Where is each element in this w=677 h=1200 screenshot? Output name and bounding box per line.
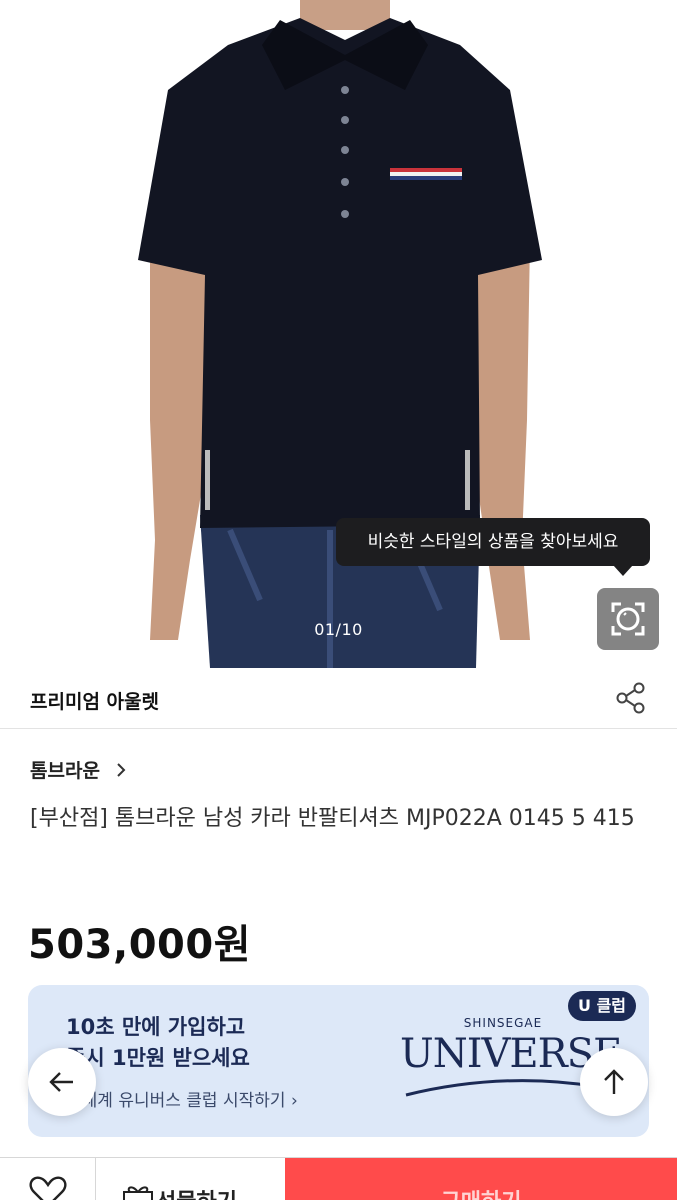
arrow-left-icon — [49, 1072, 73, 1092]
chevron-right-icon: › — [290, 1091, 298, 1111]
bottom-action-bar: 선물하기 구매하기 — [0, 1157, 677, 1200]
gift-icon — [123, 1186, 153, 1200]
banner-headline-1: 10초 만에 가입하고 — [66, 1015, 246, 1039]
camera-lens-icon — [611, 602, 645, 636]
product-image-carousel[interactable]: 01/10 — [0, 0, 677, 668]
universe-arc-logo — [405, 1079, 601, 1097]
u-club-badge: U 클럽 — [568, 991, 637, 1021]
gift-button[interactable]: 선물하기 — [96, 1158, 285, 1200]
product-title: [부산점] 톰브라운 남성 카라 반팔티셔츠 MJP022A 0145 5 41… — [30, 806, 635, 831]
shop-name[interactable]: 프리미엄 아울렛 — [30, 687, 159, 714]
shinsegae-wordmark: SHINSEGAE — [463, 1016, 543, 1030]
buy-button[interactable]: 구매하기 — [285, 1158, 677, 1200]
banner-headline-2: 즉시 1만원 받으세요 — [66, 1046, 250, 1070]
chevron-right-icon — [117, 763, 126, 777]
scroll-top-button[interactable] — [580, 1048, 648, 1116]
tooltip-arrow — [613, 565, 633, 576]
product-price: 503,000원 — [28, 922, 251, 968]
share-icon — [616, 682, 645, 714]
universe-wordmark: UNIVERSE — [400, 1031, 622, 1077]
similar-style-tooltip[interactable]: 비슷한 스타일의 상품을 찾아보세요 — [336, 518, 650, 566]
buy-label: 구매하기 — [285, 1184, 677, 1200]
shop-bar: 프리미엄 아울렛 — [0, 668, 677, 729]
banner-cta-label: 신세계 유니버스 클럽 시작하기 — [66, 1091, 286, 1111]
universe-club-banner[interactable]: 10초 만에 가입하고 즉시 1만원 받으세요 신세계 유니버스 클럽 시작하기… — [28, 985, 649, 1137]
visual-search-button[interactable] — [597, 588, 659, 650]
image-counter: 01/10 — [314, 620, 363, 639]
heart-icon — [29, 1176, 67, 1200]
banner-cta-link[interactable]: 신세계 유니버스 클럽 시작하기 › — [66, 1086, 298, 1111]
wishlist-button[interactable] — [0, 1158, 96, 1200]
arrow-up-icon — [604, 1069, 624, 1094]
back-button[interactable] — [28, 1048, 96, 1116]
gift-label: 선물하기 — [156, 1184, 237, 1200]
product-photo — [138, 0, 542, 668]
brand-link[interactable]: 톰브라운 — [30, 756, 100, 783]
share-button[interactable] — [612, 679, 650, 717]
